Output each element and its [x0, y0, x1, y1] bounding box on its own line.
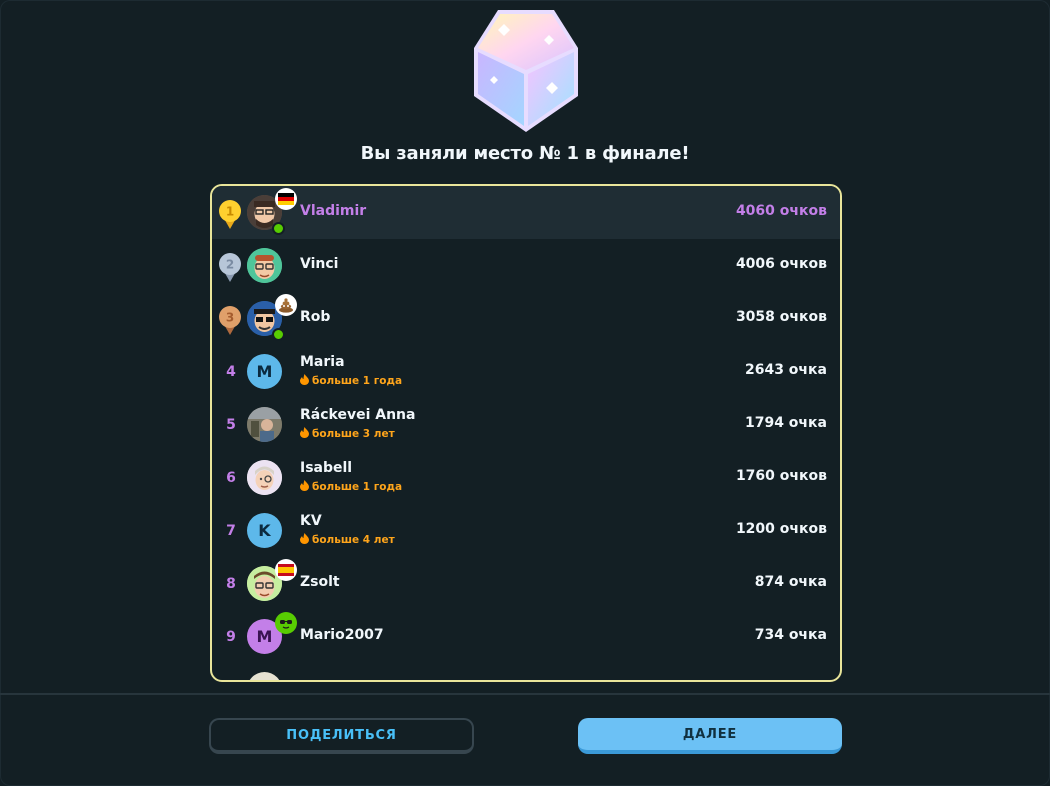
- rank-number: 5: [226, 417, 236, 433]
- fire-icon: [300, 480, 309, 491]
- streak-text: больше 3 лет: [312, 428, 395, 440]
- footer-divider: [0, 693, 1050, 695]
- user-name[interactable]: Rob: [300, 309, 330, 325]
- rank-number: 8: [226, 576, 236, 592]
- user-points: 1760 очков: [735, 468, 827, 484]
- avatar-initial: M: [256, 627, 273, 646]
- results-screen: Вы заняли место № 1 в финале! 1 Vladimir…: [0, 0, 1050, 786]
- leaderboard-row[interactable]: 2 Vinci 4006 очков: [212, 239, 840, 292]
- leaderboard-row[interactable]: 1 Vladimir 4060 очков: [212, 186, 840, 239]
- user-name[interactable]: Maria: [300, 354, 345, 370]
- user-name[interactable]: KV: [300, 513, 322, 529]
- user-points: 874 очка: [754, 574, 827, 590]
- user-name[interactable]: Mario2007: [300, 627, 384, 643]
- user-avatar-icon: [247, 460, 282, 495]
- user-points: 734 очка: [754, 627, 827, 643]
- user-points: 4006 очков: [735, 256, 827, 272]
- fire-icon: [300, 374, 309, 385]
- rank-number: 6: [226, 470, 236, 486]
- avatar[interactable]: [247, 407, 282, 442]
- silver-medal-icon: 2: [219, 253, 241, 282]
- rank-number: 7: [226, 523, 236, 539]
- user-name[interactable]: Ráckevei Anna: [300, 407, 415, 423]
- user-name[interactable]: Vinci: [300, 256, 338, 272]
- online-status-indicator: [272, 222, 285, 235]
- user-name[interactable]: Isabell: [300, 460, 352, 476]
- diamond-league-gem-icon: [474, 10, 578, 132]
- medal-rank-label: 2: [226, 258, 234, 272]
- streak-label: больше 1 года: [300, 374, 402, 387]
- leaderboard-row[interactable]: 9 M Mario2007 734 очка: [212, 610, 840, 663]
- bronze-medal-icon: 3: [219, 306, 241, 335]
- avatar-initial: K: [258, 521, 271, 540]
- user-points: 3058 очков: [735, 309, 827, 325]
- fire-icon: [300, 533, 309, 544]
- streak-label: больше 4 лет: [300, 533, 395, 546]
- avatar[interactable]: [247, 460, 282, 495]
- user-points: 1794 очка: [744, 415, 827, 431]
- leaderboard-list[interactable]: 1 Vladimir 4060 очков 2 Vinci 4006 очков…: [210, 184, 842, 682]
- leaderboard-row[interactable]: 4 M Maria больше 1 года 2643 очка: [212, 345, 840, 398]
- leaderboard-row[interactable]: 7 K KV больше 4 лет 1200 очков: [212, 504, 840, 557]
- germany-flag-icon: [275, 188, 297, 210]
- page-title: Вы заняли место № 1 в финале!: [360, 143, 690, 164]
- avatar[interactable]: [247, 248, 282, 283]
- medal-rank-label: 1: [226, 205, 234, 219]
- avatar[interactable]: [247, 672, 282, 680]
- leaderboard-row[interactable]: 5 Ráckevei Anna больше 3 лет 1794 очка: [212, 398, 840, 451]
- streak-label: больше 1 года: [300, 480, 402, 493]
- rank-number: 4: [226, 364, 236, 380]
- avatar[interactable]: K: [247, 513, 282, 548]
- next-button[interactable]: ДАЛЕЕ: [578, 718, 842, 754]
- user-avatar-icon: [247, 248, 282, 283]
- spain-flag-icon: [275, 559, 297, 581]
- streak-text: больше 1 года: [312, 375, 403, 387]
- avatar-initial: M: [256, 362, 273, 381]
- user-points: 2643 очка: [744, 362, 827, 378]
- streak-label: больше 3 лет: [300, 427, 395, 440]
- streak-text: больше 1 года: [312, 481, 403, 493]
- gold-medal-icon: 1: [219, 200, 241, 229]
- leaderboard-row-partial[interactable]: [212, 663, 840, 680]
- online-status-indicator: [272, 328, 285, 341]
- share-button[interactable]: ПОДЕЛИТЬСЯ: [209, 718, 474, 754]
- leaderboard-row[interactable]: 8 Zsolt 874 очка: [212, 557, 840, 610]
- leaderboard-row[interactable]: 3 Rob 3058 очков: [212, 292, 840, 345]
- fire-icon: [300, 427, 309, 438]
- leaderboard-row[interactable]: 6 Isabell больше 1 года 1760 очков: [212, 451, 840, 504]
- user-name[interactable]: Zsolt: [300, 574, 340, 590]
- streak-text: больше 4 лет: [312, 534, 395, 546]
- medal-rank-label: 3: [226, 311, 234, 325]
- user-points: 4060 очков: [735, 203, 827, 219]
- user-points: 1200 очков: [735, 521, 827, 537]
- avatar[interactable]: M: [247, 354, 282, 389]
- poop-emoji-icon: [275, 294, 297, 316]
- user-photo-icon: [247, 407, 282, 442]
- rank-number: 9: [226, 629, 236, 645]
- sunglasses-emoji-icon: [275, 612, 297, 634]
- user-name[interactable]: Vladimir: [300, 203, 366, 219]
